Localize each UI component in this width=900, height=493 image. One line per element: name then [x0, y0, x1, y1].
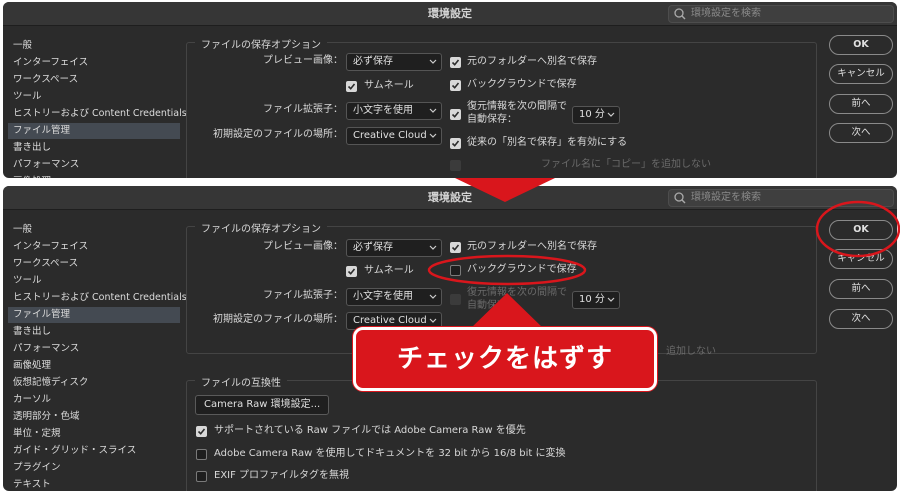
- background-save-highlight-ring: [427, 254, 587, 286]
- down-arrow-icon: [455, 178, 555, 202]
- ok-highlight-ring: [815, 200, 900, 258]
- callout-pointer-icon: [470, 293, 544, 329]
- annotation-layer: [427, 178, 900, 329]
- instruction-callout: チェックをはずす: [353, 327, 657, 391]
